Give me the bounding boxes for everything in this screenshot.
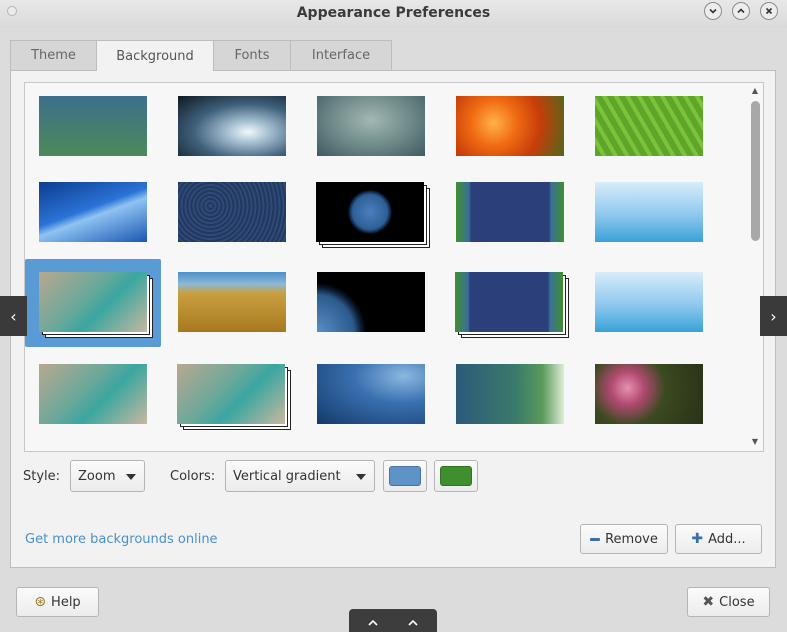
wallpaper-thumbnail[interactable] [39, 182, 147, 242]
lifebuoy-icon: ⊛ [34, 594, 47, 610]
window-title: Appearance Preferences [296, 5, 491, 21]
background-gallery[interactable]: ▲ ▼ [24, 82, 764, 452]
wallpaper-thumbnail[interactable] [595, 272, 703, 332]
plus-icon: ✚ [691, 531, 704, 547]
more-backgrounds-link[interactable]: Get more backgrounds online [25, 532, 218, 547]
chevron-down-icon [709, 8, 717, 14]
scroll-up-arrow-icon[interactable]: ▲ [748, 85, 762, 97]
wallpaper-thumbnail[interactable] [595, 364, 703, 424]
wallpaper-thumbnail-stack[interactable] [316, 182, 430, 248]
style-value: Zoom [78, 468, 116, 484]
title-bar: Appearance Preferences [0, 0, 787, 28]
style-combo[interactable]: Zoom [70, 460, 145, 492]
chevron-right-icon: › [770, 306, 777, 326]
colors-value: Vertical gradient [233, 468, 341, 484]
close-window-button[interactable] [760, 2, 778, 20]
tab-fonts[interactable]: Fonts [213, 40, 291, 70]
close-icon: ✖ [702, 594, 715, 610]
wallpaper-thumbnail[interactable] [178, 96, 286, 156]
minus-icon [590, 537, 601, 541]
scrollbar-thumb[interactable] [751, 101, 760, 241]
secondary-color-swatch [440, 466, 472, 486]
style-label: Style: [23, 469, 61, 484]
dropdown-arrow-icon [126, 474, 136, 480]
background-page: ▲ ▼ Style: Zoom Colors: Vertical gradien… [10, 70, 776, 568]
gallery-scrollbar[interactable]: ▲ ▼ [748, 84, 762, 450]
wallpaper-thumbnail[interactable] [39, 96, 147, 156]
maximize-button[interactable] [732, 2, 750, 20]
chevron-up-icon [737, 8, 745, 14]
wallpaper-thumbnail-stack-selected[interactable] [39, 272, 153, 338]
add-button[interactable]: ✚ Add... [675, 524, 762, 554]
wallpaper-thumbnail[interactable] [317, 272, 425, 332]
close-button[interactable]: ✖ Close [687, 587, 770, 617]
close-label: Close [719, 594, 755, 610]
wallpaper-thumbnail[interactable] [595, 96, 703, 156]
wallpaper-thumbnail-stack[interactable] [455, 272, 569, 338]
minimize-button[interactable] [704, 2, 722, 20]
scroll-down-arrow-icon[interactable]: ▼ [748, 436, 762, 448]
colors-label: Colors: [170, 469, 216, 484]
primary-color-button[interactable] [383, 460, 427, 492]
wallpaper-thumbnail[interactable] [317, 96, 425, 156]
tab-background[interactable]: Background [96, 40, 214, 71]
remove-button[interactable]: Remove [580, 524, 668, 554]
wallpaper-thumbnail[interactable] [39, 364, 147, 424]
wallpaper-thumbnail[interactable] [595, 182, 703, 242]
help-label: Help [51, 594, 81, 610]
tab-theme[interactable]: Theme [10, 40, 97, 70]
wallpaper-thumbnail[interactable] [317, 364, 425, 424]
wallpaper-thumbnail[interactable] [178, 182, 286, 242]
help-button[interactable]: ⊛ Help [16, 587, 99, 617]
tab-interface[interactable]: Interface [290, 40, 392, 70]
chevron-left-icon: ‹ [10, 306, 17, 326]
notebook: Theme Background Fonts Interface ▲ ▼ Sty… [10, 40, 776, 568]
secondary-color-button[interactable] [434, 460, 478, 492]
wallpaper-thumbnail[interactable] [178, 272, 286, 332]
previous-arrow-button[interactable]: ‹ [0, 296, 27, 336]
add-label: Add... [708, 531, 746, 547]
move-arrows-icon [368, 619, 418, 626]
dropdown-arrow-icon [356, 474, 366, 480]
wallpaper-thumbnail[interactable] [456, 182, 564, 242]
wallpaper-thumbnail[interactable] [456, 364, 564, 424]
wallpaper-thumbnail[interactable] [456, 96, 564, 156]
close-icon [765, 7, 773, 15]
primary-color-swatch [389, 466, 421, 486]
next-arrow-button[interactable]: › [760, 296, 787, 336]
bottom-overlay-tab[interactable] [349, 609, 437, 632]
remove-label: Remove [605, 531, 658, 547]
wallpaper-thumbnail-stack[interactable] [177, 364, 291, 430]
colors-combo[interactable]: Vertical gradient [225, 460, 375, 492]
